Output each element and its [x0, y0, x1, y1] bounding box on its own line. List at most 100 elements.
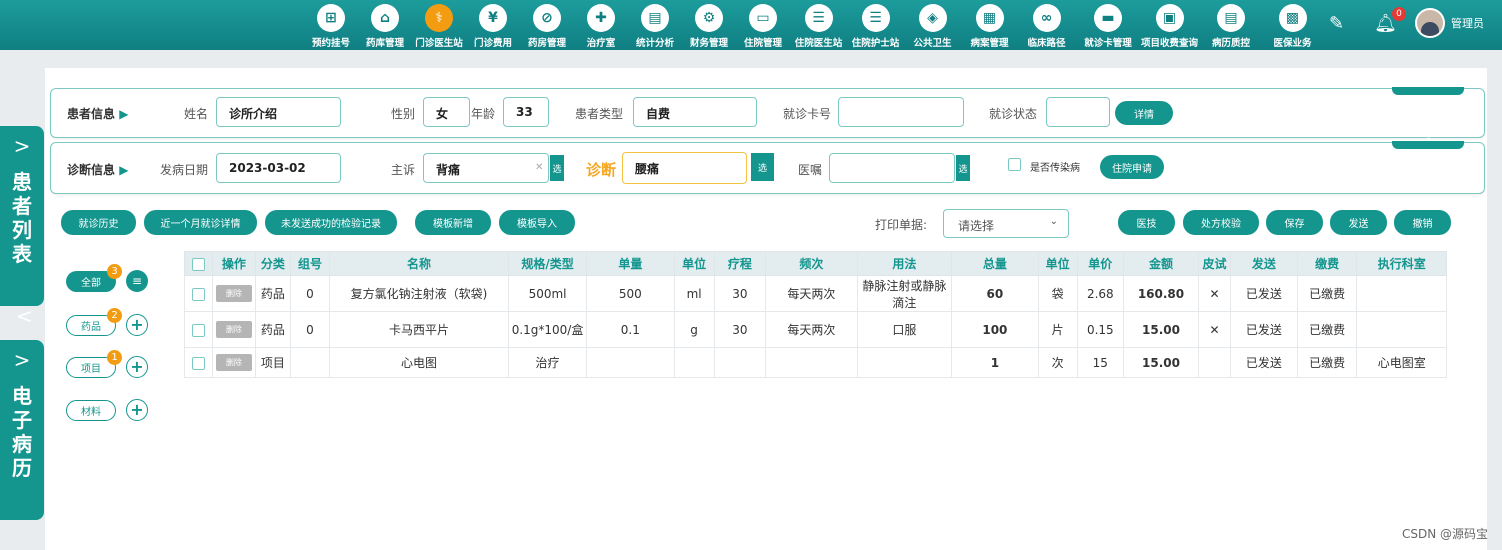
complaint-field[interactable]: 背痛: [423, 153, 549, 183]
doctor-card-icon: ☰: [804, 4, 833, 32]
collapse-toggle[interactable]: [1392, 83, 1464, 95]
nav-item[interactable]: ⊞ 预约挂号: [304, 4, 358, 49]
nav-item[interactable]: ¥ 门诊费用: [466, 4, 520, 49]
category-all-count: 3: [107, 264, 122, 279]
nav-item-label: 门诊费用: [473, 38, 512, 49]
nav-item-label: 病案管理: [970, 38, 1009, 49]
visit-history-button[interactable]: 就诊历史: [61, 210, 136, 235]
cell-dept: [1356, 275, 1447, 312]
side-tab-char: 患: [12, 170, 32, 194]
nav-item[interactable]: ∞ 临床路径: [1018, 4, 1075, 49]
select-all-header[interactable]: [184, 251, 213, 276]
delete-button[interactable]: 删除: [215, 285, 252, 302]
template-add-button[interactable]: 模板新增: [415, 210, 491, 235]
nav-item[interactable]: ☰ 住院护士站: [847, 4, 904, 49]
patient-list-label: 患者列表: [12, 170, 32, 266]
clear-icon[interactable]: ✕: [535, 162, 543, 173]
nav-item-label: 住院护士站: [851, 38, 900, 49]
row-action-cell: 删除: [211, 275, 256, 312]
row-checkbox[interactable]: [191, 287, 205, 301]
nav-item[interactable]: ⊘ 药房管理: [520, 4, 574, 49]
patient-type-field[interactable]: 自费: [633, 97, 757, 127]
nav-item[interactable]: ⚙ 财务管理: [682, 4, 736, 49]
age-field[interactable]: 33: [503, 97, 549, 127]
bell-icon[interactable]: 🔔︎ 0: [1374, 6, 1406, 34]
diagnosis-select-button[interactable]: 选: [751, 153, 774, 181]
delete-button[interactable]: 删除: [215, 354, 252, 371]
add-drug-icon[interactable]: +: [126, 314, 148, 336]
print-select[interactable]: 请选择 ⌄: [943, 209, 1069, 238]
chevron-left-icon[interactable]: <: [16, 304, 33, 328]
chart-icon: ▤: [641, 4, 669, 32]
nav-item[interactable]: ⌂ 药库管理: [358, 4, 412, 49]
add-material-icon[interactable]: +: [126, 399, 148, 421]
nav-item[interactable]: ⚕ 门诊医生站: [412, 4, 466, 49]
add-item-icon[interactable]: +: [126, 356, 148, 378]
collapse-toggle[interactable]: [1392, 137, 1464, 149]
tech-button[interactable]: 医技: [1118, 210, 1175, 235]
advice-field[interactable]: [829, 153, 955, 183]
public-health-icon: ◈: [918, 4, 947, 32]
search-doc-icon: ▣: [1155, 4, 1184, 32]
row-checkbox[interactable]: [191, 323, 205, 337]
row-select-cell: [184, 347, 213, 378]
nav-item[interactable]: ▣ 项目收费查询: [1141, 4, 1198, 49]
cell-category: 药品: [254, 311, 291, 348]
cell-name: 卡马西平片: [329, 311, 509, 348]
onset-date-field[interactable]: 2023-03-02: [216, 153, 341, 183]
cell-course: 30: [713, 275, 767, 312]
nav-item[interactable]: ▤ 统计分析: [628, 4, 682, 49]
delete-button[interactable]: 删除: [215, 321, 252, 338]
cell-dose: 0.1: [586, 311, 675, 348]
nav-item[interactable]: ▭ 住院管理: [736, 4, 790, 49]
emr-label: 电子病历: [12, 384, 32, 480]
nav-item-label: 临床路径: [1027, 38, 1066, 49]
category-material[interactable]: 材料: [66, 400, 116, 421]
edit-icon[interactable]: ✎: [1329, 13, 1344, 34]
avatar[interactable]: [1415, 8, 1445, 38]
row-action-cell: 删除: [211, 347, 256, 378]
unsent-exam-button[interactable]: 未发送成功的检验记录: [265, 210, 397, 235]
infectious-checkbox[interactable]: [1008, 158, 1021, 171]
age-label: 年龄: [471, 107, 496, 121]
card-icon: ▬: [1094, 4, 1122, 32]
row-checkbox[interactable]: [191, 356, 205, 370]
name-field[interactable]: 诊所介绍: [216, 97, 341, 127]
nav-item[interactable]: ◈ 公共卫生: [904, 4, 961, 49]
save-button[interactable]: 保存: [1266, 210, 1323, 235]
infectious-label: 是否传染病: [1030, 163, 1080, 174]
nav-item[interactable]: ▩ 医保业务: [1264, 4, 1321, 49]
username[interactable]: 管理员: [1451, 15, 1484, 31]
side-tab-char: 历: [12, 456, 32, 480]
nav-item[interactable]: ☰ 住院医生站: [790, 4, 847, 49]
calendar-icon: ⊞: [317, 4, 345, 32]
detail-button[interactable]: 详情: [1115, 101, 1173, 125]
send-button[interactable]: 发送: [1330, 210, 1387, 235]
nav-item[interactable]: ▤ 病历质控: [1198, 4, 1264, 49]
nav-item[interactable]: ▦ 病案管理: [961, 4, 1018, 49]
menu-icon[interactable]: ≡: [126, 270, 148, 292]
cell-paid: 已缴费: [1296, 347, 1358, 378]
select-all-checkbox[interactable]: [191, 257, 205, 271]
revoke-button[interactable]: 撤销: [1394, 210, 1451, 235]
cell-usage: 口服: [856, 311, 953, 348]
advice-select-button[interactable]: 选: [956, 155, 970, 181]
advice-label: 医嘱: [798, 163, 823, 177]
admission-request-button[interactable]: 住院申请: [1100, 155, 1164, 179]
cell-price: 15: [1076, 347, 1124, 378]
emr-tab[interactable]: > 电子病历: [0, 340, 44, 520]
month-visit-detail-button[interactable]: 近一个月就诊详情: [144, 210, 257, 235]
nav-item[interactable]: ▬ 就诊卡管理: [1075, 4, 1141, 49]
visit-status-field[interactable]: [1046, 97, 1110, 127]
nav-item[interactable]: ✚ 治疗室: [574, 4, 628, 49]
cell-dose-unit: ml: [673, 275, 715, 312]
template-import-button[interactable]: 模板导入: [499, 210, 575, 235]
diagnosis-field[interactable]: 腰痛: [622, 152, 747, 184]
patient-section-title: 患者信息 ▶: [67, 107, 129, 121]
gender-field[interactable]: 女: [423, 97, 470, 127]
prescription-check-button[interactable]: 处方校验: [1183, 210, 1259, 235]
card-number-field[interactable]: [838, 97, 964, 127]
nav-item-label: 财务管理: [689, 38, 728, 49]
complaint-select-button[interactable]: 选: [550, 155, 564, 181]
patient-list-tab[interactable]: > 患者列表: [0, 126, 44, 306]
